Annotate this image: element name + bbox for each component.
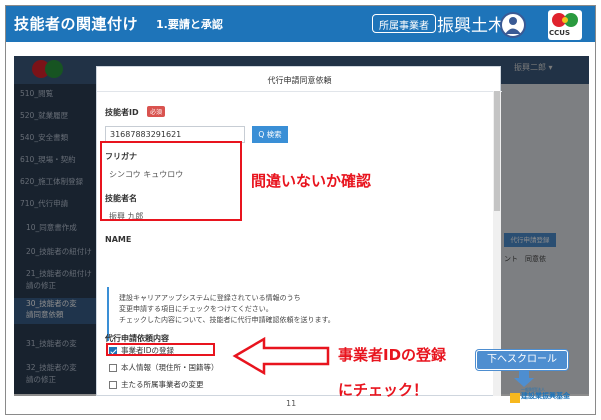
slide-header: 技能者の関連付け 1.要請と承認 所属事業者 振興土木 CCUS <box>6 6 595 56</box>
page-number: 11 <box>286 399 297 408</box>
check-note-line2: にチェック！ <box>338 381 429 399</box>
role-badge: 所属事業者 <box>372 14 436 33</box>
info-line: 建設キャリアアップシステムに登録されている情報のうち <box>119 294 301 302</box>
required-badge: 必須 <box>147 106 166 117</box>
scroll-down-button[interactable]: 下へスクロール <box>476 350 568 370</box>
company-name: 振興土木 <box>437 16 505 36</box>
modal-divider <box>97 91 502 92</box>
ccus-logo-text: CCUS <box>549 29 570 37</box>
down-arrow-icon <box>514 371 534 387</box>
foundation-name: 建設業振興基金 <box>521 392 570 400</box>
option-label: 本人情報（現住所・国籍等） <box>121 363 219 372</box>
slide-title: 技能者の関連付け <box>14 15 139 33</box>
slide-step: 1.要請と承認 <box>156 18 223 31</box>
check-note-line1: 事業者IDの登録 <box>338 346 447 364</box>
info-line: 変更申請する項目にチェックをつけてください。 <box>119 305 273 313</box>
left-arrow-icon <box>232 336 330 376</box>
info-line: チェックした内容について、技能者に代行申請確認依頼を送ります。 <box>119 316 335 324</box>
checkbox-icon[interactable] <box>109 381 117 389</box>
option-personal-info[interactable]: 本人情報（現住所・国籍等） <box>109 362 219 373</box>
modal-scrollbar-thumb[interactable] <box>494 91 500 211</box>
worker-id-label: 技能者ID <box>105 108 139 117</box>
option-label: 主たる所属事業者の変更 <box>121 380 204 389</box>
worker-avatar-icon <box>500 12 526 38</box>
confirm-highlight-box <box>100 141 242 221</box>
modal-title: 代行申請同意依頼 <box>267 76 332 85</box>
checkbox-highlight <box>106 343 215 356</box>
name-en-label: NAME <box>105 235 132 244</box>
slide-frame: 技能者の関連付け 1.要請と承認 所属事業者 振興土木 CCUS 振興二郎 ▾ … <box>5 5 596 415</box>
foundation-logo-icon <box>510 393 520 403</box>
search-button[interactable]: Q 検索 <box>252 126 288 143</box>
confirm-note: 間違いないか確認 <box>251 172 372 190</box>
option-main-employer[interactable]: 主たる所属事業者の変更 <box>109 379 204 390</box>
checkbox-icon[interactable] <box>109 364 117 372</box>
